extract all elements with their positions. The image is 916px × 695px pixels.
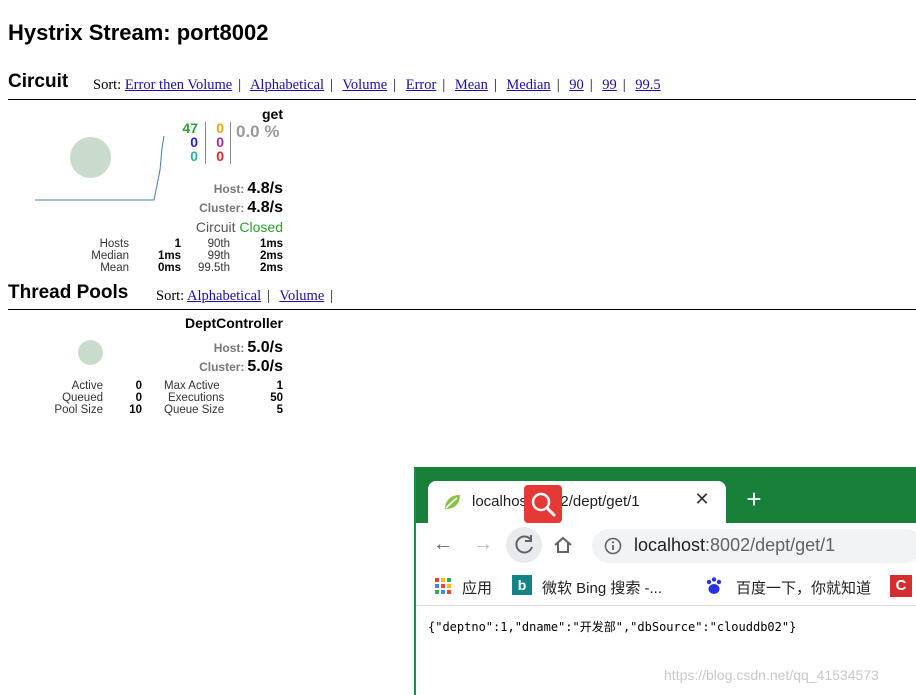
circuit-sort-label: Sort:: [93, 77, 122, 93]
thread-pool-cluster-rate: Cluster: 5.0/s: [150, 358, 283, 376]
stat-key: Pool Size: [54, 404, 103, 416]
bing-icon: b: [512, 575, 532, 595]
stat-key: 99th: [207, 250, 230, 262]
tp-host-rate-value: 5.0/s: [247, 339, 283, 356]
circuit-status-value: Closed: [239, 219, 283, 235]
csdn-icon[interactable]: C: [890, 575, 912, 597]
circuit-status: Circuit Closed: [150, 219, 283, 235]
thread-pools-section-title: Thread Pools: [8, 282, 129, 303]
watermark: https://blog.csdn.net/qq_41534573: [664, 667, 879, 683]
search-overlay-icon[interactable]: [524, 485, 562, 523]
stat-value: 2ms: [259, 250, 283, 262]
stat-key: Hosts: [99, 238, 129, 250]
stat-value: 10: [129, 404, 142, 416]
page-title: Hystrix Stream: port8002: [8, 20, 269, 45]
tp-host-rate-label: Host:: [213, 341, 245, 355]
circuit-status-label: Circuit: [195, 219, 236, 235]
reload-icon[interactable]: [506, 527, 542, 563]
stat-value: 0: [135, 392, 142, 404]
spring-leaf-icon: [445, 495, 460, 509]
failure-count: 0: [216, 148, 224, 164]
home-icon[interactable]: [552, 534, 574, 556]
baidu-paw-icon: [706, 577, 722, 594]
url-host: localhost: [634, 535, 706, 555]
tp-sort-volume-link[interactable]: Volume: [279, 288, 324, 304]
stat-value: 1: [174, 238, 181, 250]
back-arrow-icon[interactable]: ←: [430, 533, 456, 556]
stat-value: 1: [276, 380, 283, 392]
circuit-cluster-rate: Cluster: 4.8/s: [150, 199, 283, 217]
tp-cluster-rate-label: Cluster:: [199, 360, 245, 374]
stat-key: Queued: [62, 392, 103, 404]
thread-pool-host-rate: Host: 5.0/s: [150, 339, 283, 357]
json-response-body: {"deptno":1,"dname":"开发部","dbSource":"cl…: [428, 620, 797, 634]
tp-cluster-rate-value: 5.0/s: [247, 358, 283, 375]
stat-key: 90th: [207, 238, 230, 250]
url-text[interactable]: localhost:8002/dept/get/1: [634, 535, 835, 556]
sort-volume-link[interactable]: Volume: [342, 77, 387, 93]
stat-value: 5: [276, 404, 283, 416]
sort-median-link[interactable]: Median: [506, 77, 550, 93]
counts-divider-1: [205, 122, 206, 164]
thread-pool-name: DeptController: [185, 315, 283, 331]
circuit-name: get: [262, 106, 283, 122]
stat-key: Active: [71, 380, 103, 392]
circuit-divider: [8, 99, 916, 100]
stat-key: Mean: [100, 262, 129, 274]
sort-alphabetical-link[interactable]: Alphabetical: [250, 77, 324, 93]
bookmark-apps[interactable]: 应用: [462, 577, 492, 598]
thread-pools-divider: [8, 309, 916, 310]
sort-90-link[interactable]: 90: [569, 77, 584, 93]
stat-key: Queue Size: [164, 404, 225, 416]
stat-value: 0: [135, 380, 142, 392]
thread-pools-sort-bar: Sort: Alphabetical | Volume |: [156, 288, 334, 304]
bad-request-count: 0: [190, 148, 198, 164]
stat-key: 99.5th: [198, 262, 230, 274]
address-bar[interactable]: localhost:8002/dept/get/1: [592, 529, 916, 563]
circuit-sparkline: [35, 135, 165, 201]
browser-tab[interactable]: localhost:8002/dept/get/1 ✕: [428, 481, 726, 523]
cluster-rate-value: 4.8/s: [247, 199, 283, 216]
circuit-host-rate: Host: 4.8/s: [150, 180, 283, 198]
stat-key: Median: [91, 250, 129, 262]
stat-value: 2ms: [259, 262, 283, 274]
host-rate-value: 4.8/s: [247, 180, 283, 197]
counts-divider-2: [230, 122, 231, 164]
error-percentage: 0.0 %: [236, 122, 280, 141]
sort-error-link[interactable]: Error: [406, 77, 437, 93]
bookmark-bing[interactable]: 微软 Bing 搜索 -...: [542, 577, 662, 598]
sort-mean-link[interactable]: Mean: [455, 77, 488, 93]
stat-key: Max Active: [164, 380, 220, 392]
sort-99-link[interactable]: 99: [602, 77, 617, 93]
tp-sort-alphabetical-link[interactable]: Alphabetical: [187, 288, 261, 304]
stat-value: 0ms: [157, 262, 181, 274]
new-tab-plus-icon[interactable]: +: [742, 486, 766, 512]
tab-close-icon[interactable]: ✕: [690, 489, 714, 510]
stat-value: 1ms: [157, 250, 181, 262]
url-path: :8002/dept/get/1: [705, 535, 836, 555]
thread-pools-sort-label: Sort:: [156, 288, 185, 304]
sort-99-5-link[interactable]: 99.5: [635, 77, 660, 93]
forward-arrow-icon[interactable]: →: [470, 533, 496, 556]
host-rate-label: Host:: [213, 182, 245, 196]
bookmark-baidu[interactable]: 百度一下，你就知道: [736, 577, 871, 598]
apps-grid-icon: [435, 578, 451, 594]
sort-error-then-volume-link[interactable]: Error then Volume: [125, 77, 232, 93]
browser-window: localhost:8002/dept/get/1 ✕ + ← → localh…: [414, 467, 916, 695]
cluster-rate-label: Cluster:: [199, 201, 245, 215]
circuit-section-title: Circuit: [8, 71, 69, 92]
stat-key: Executions: [168, 392, 225, 404]
stat-value: 1ms: [259, 238, 283, 250]
circuit-sort-bar: Sort: Error then Volume | Alphabetical | V…: [93, 77, 661, 93]
stat-value: 50: [270, 392, 283, 404]
thread-pool-health-bubble: [78, 340, 103, 365]
info-icon: [604, 537, 622, 555]
